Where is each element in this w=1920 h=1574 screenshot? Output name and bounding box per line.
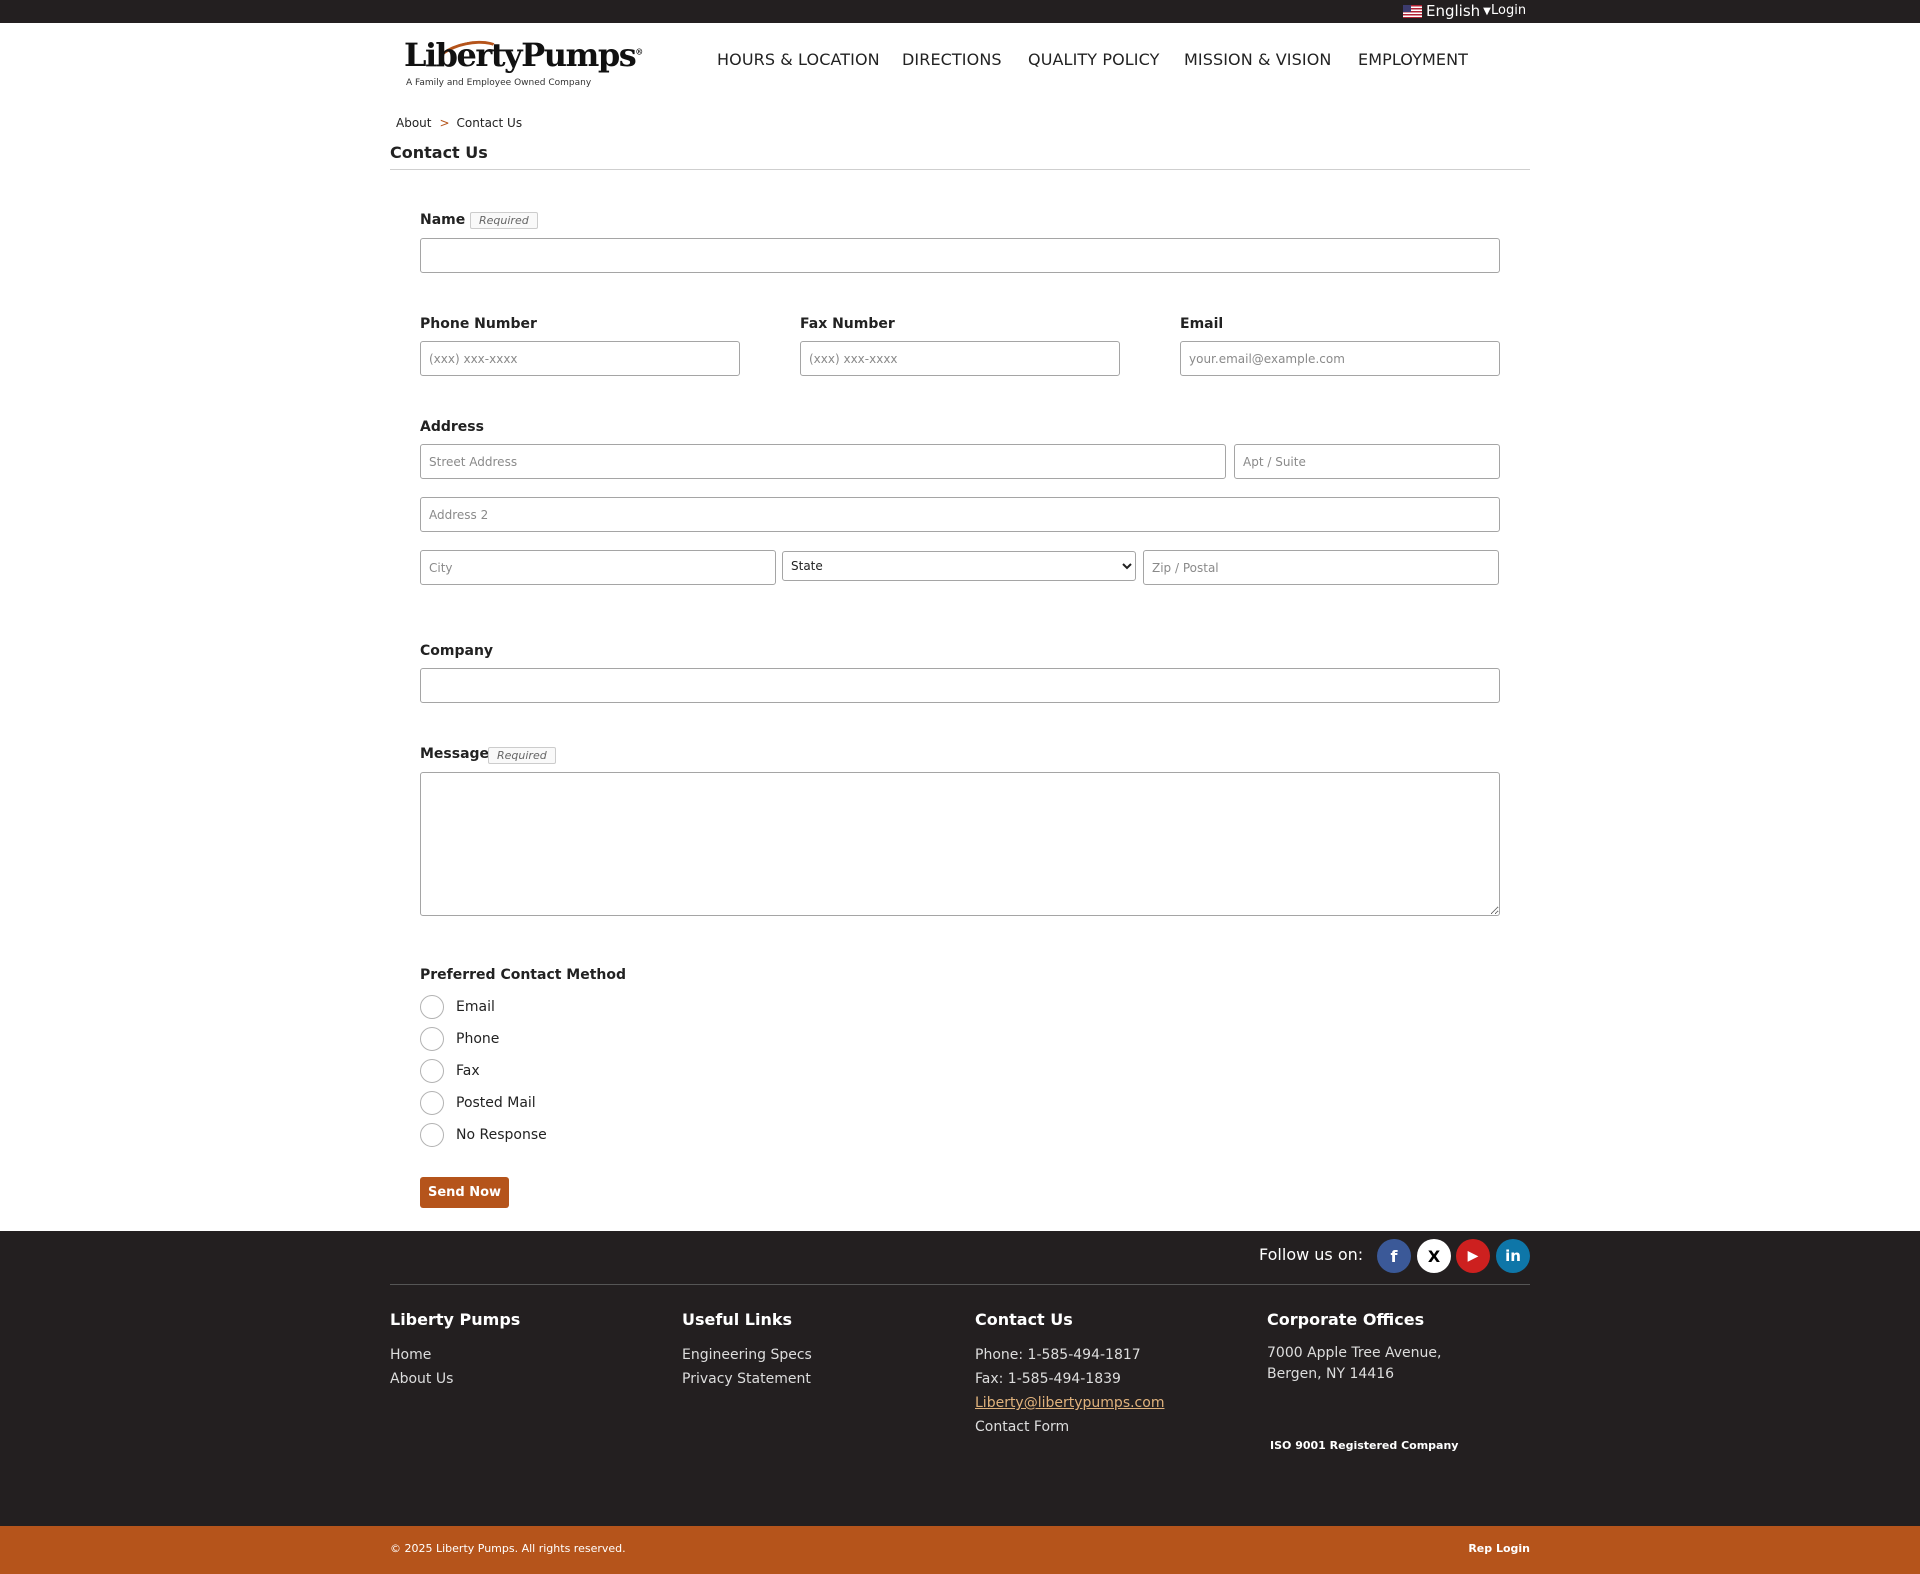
footer-col-contact: Contact Us Phone: 1-585-494-1817 Fax: 1-… [975, 1310, 1164, 1439]
footer-col-corporate: Corporate Offices 7000 Apple Tree Avenue… [1267, 1310, 1441, 1385]
radio-button[interactable] [420, 1123, 444, 1147]
footer-col-liberty: Liberty Pumps Home About Us [390, 1310, 520, 1391]
footer-address-line1: 7000 Apple Tree Avenue, [1267, 1345, 1442, 1361]
radio-posted-mail[interactable]: Posted Mail [420, 1091, 536, 1115]
footer-phone: Phone: 1-585-494-1817 [975, 1347, 1141, 1363]
youtube-icon[interactable]: ▶ [1456, 1239, 1490, 1273]
name-input[interactable] [420, 238, 1500, 273]
radio-fax[interactable]: Fax [420, 1059, 480, 1083]
nav-hours-location[interactable]: HOURS & LOCATION [717, 50, 880, 69]
follow-us-label: Follow us on: [1259, 1245, 1364, 1264]
page-title: Contact Us [390, 143, 488, 162]
breadcrumb: About > Contact Us [396, 116, 522, 130]
footer-col-title: Liberty Pumps [390, 1310, 521, 1329]
email-input[interactable] [1180, 341, 1500, 376]
footer-email-link[interactable]: Liberty@libertypumps.com [975, 1391, 1164, 1415]
breadcrumb-about[interactable]: About [396, 116, 431, 130]
phone-input[interactable] [420, 341, 740, 376]
site-footer: Follow us on: f X ▶ in Liberty Pumps Hom… [0, 1231, 1920, 1526]
company-label: Company [420, 643, 494, 659]
nav-directions[interactable]: DIRECTIONS [902, 50, 1002, 69]
language-selector[interactable]: English ▼ [1403, 1, 1491, 21]
footer-link-home[interactable]: Home [390, 1343, 520, 1367]
footer-address-line2: Bergen, NY 14416 [1267, 1366, 1395, 1382]
radio-button[interactable] [420, 1059, 444, 1083]
radio-label: Fax [456, 1063, 480, 1079]
address2-input[interactable] [420, 497, 1500, 532]
footer-fax: Fax: 1-585-494-1839 [975, 1371, 1121, 1387]
street-address-input[interactable] [420, 444, 1226, 479]
radio-no-response[interactable]: No Response [420, 1123, 547, 1147]
main-nav: HOURS & LOCATION DIRECTIONS QUALITY POLI… [0, 50, 1920, 72]
nav-quality-policy[interactable]: QUALITY POLICY [1028, 50, 1159, 69]
footer-col-useful: Useful Links Engineering Specs Privacy S… [682, 1310, 812, 1391]
radio-label: Posted Mail [456, 1095, 536, 1111]
radio-label: Email [456, 999, 495, 1015]
send-now-button[interactable]: Send Now [420, 1177, 509, 1208]
footer-contact-form-link[interactable]: Contact Form [975, 1415, 1164, 1439]
message-label: Message [420, 746, 490, 762]
footer-col-title: Corporate Offices [1267, 1310, 1425, 1329]
iso-9001-badge: ISO 9001 Registered Company [1270, 1439, 1459, 1452]
zip-input[interactable] [1143, 550, 1499, 585]
phone-label: Phone Number [420, 316, 537, 332]
nav-mission-vision[interactable]: MISSION & VISION [1184, 50, 1331, 69]
fax-input[interactable] [800, 341, 1120, 376]
radio-email[interactable]: Email [420, 995, 495, 1019]
address-label: Address [420, 419, 484, 435]
footer-divider [390, 1284, 1530, 1285]
breadcrumb-current: Contact Us [456, 116, 523, 130]
x-twitter-icon[interactable]: X [1417, 1239, 1451, 1273]
radio-button[interactable] [420, 995, 444, 1019]
breadcrumb-separator: > [439, 116, 450, 130]
city-input[interactable] [420, 550, 776, 585]
login-link[interactable]: Login [1491, 3, 1526, 18]
contact-method-label: Preferred Contact Method [420, 967, 627, 983]
title-divider [390, 169, 1530, 170]
fax-label: Fax Number [800, 316, 895, 332]
radio-button[interactable] [420, 1027, 444, 1051]
top-bar: English ▼ Login [0, 0, 1920, 23]
logo-tagline: A Family and Employee Owned Company [406, 78, 592, 88]
caret-down-icon: ▼ [1483, 5, 1491, 17]
footer-link-engineering-specs[interactable]: Engineering Specs [682, 1343, 812, 1367]
radio-label: No Response [456, 1127, 547, 1143]
radio-button[interactable] [420, 1091, 444, 1115]
copyright-text: © 2025 Liberty Pumps. All rights reserve… [390, 1542, 626, 1555]
email-label: Email [1180, 316, 1224, 332]
message-textarea[interactable] [420, 772, 1500, 916]
state-select[interactable]: State [782, 551, 1136, 581]
language-label: English [1426, 2, 1481, 20]
footer-col-title: Contact Us [975, 1310, 1073, 1329]
radio-phone[interactable]: Phone [420, 1027, 499, 1051]
name-required-badge: Required [470, 212, 538, 229]
company-input[interactable] [420, 668, 1500, 703]
radio-label: Phone [456, 1031, 500, 1047]
bottom-bar: © 2025 Liberty Pumps. All rights reserve… [0, 1526, 1920, 1574]
nav-employment[interactable]: EMPLOYMENT [1358, 50, 1468, 69]
message-required-badge: Required [488, 747, 556, 764]
us-flag-icon [1403, 4, 1422, 18]
footer-link-privacy[interactable]: Privacy Statement [682, 1367, 812, 1391]
name-label: Name [420, 212, 466, 228]
facebook-icon[interactable]: f [1377, 1239, 1411, 1273]
footer-link-about[interactable]: About Us [390, 1367, 520, 1391]
footer-col-title: Useful Links [682, 1310, 793, 1329]
apt-suite-input[interactable] [1234, 444, 1500, 479]
linkedin-icon[interactable]: in [1496, 1239, 1530, 1273]
rep-login-link[interactable]: Rep Login [1468, 1542, 1530, 1555]
